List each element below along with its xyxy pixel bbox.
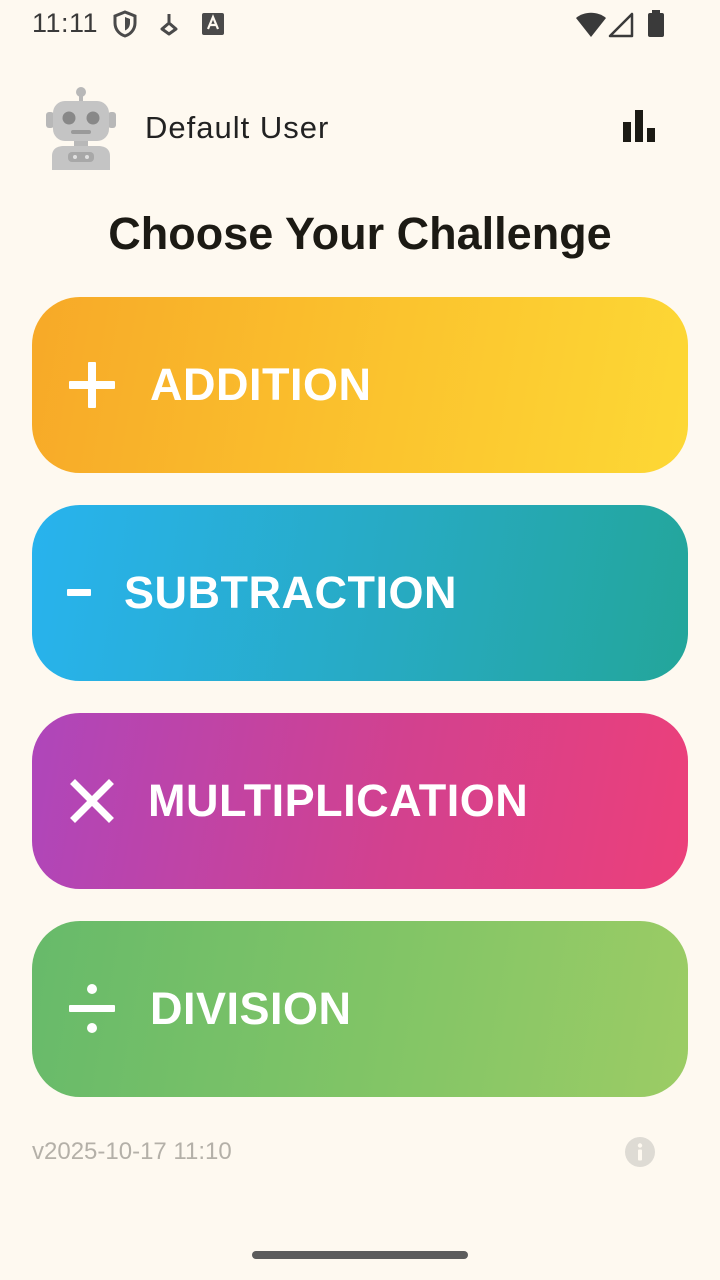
multiplication-button[interactable]: MULTIPLICATION	[32, 713, 688, 889]
multiply-icon	[64, 773, 120, 829]
bar-chart-icon	[623, 109, 657, 147]
download-icon	[159, 12, 179, 41]
division-label: DIVISION	[150, 983, 352, 1034]
division-button[interactable]: DIVISION	[32, 921, 688, 1097]
version-label: v2025-10-17 11:10	[32, 1138, 232, 1165]
plus-icon	[64, 357, 120, 413]
multiplication-label: MULTIPLICATION	[148, 775, 529, 826]
user-name: Default User	[145, 110, 330, 145]
status-time: 11:11	[32, 8, 99, 38]
addition-label: ADDITION	[150, 359, 372, 410]
divide-icon	[64, 981, 120, 1037]
page-title: Choose Your Challenge	[108, 208, 612, 259]
addition-button[interactable]: ADDITION	[32, 297, 688, 473]
home-indicator[interactable]	[252, 1251, 468, 1259]
stats-button[interactable]	[612, 100, 668, 156]
font-icon	[202, 13, 224, 40]
minus-icon	[64, 565, 94, 621]
info-icon	[624, 1137, 656, 1172]
status-bar: 11:11	[0, 0, 720, 48]
robot-icon	[44, 86, 118, 170]
battery-icon	[647, 10, 665, 43]
signal-icon	[608, 12, 634, 43]
wifi-icon	[575, 12, 607, 43]
shield-icon	[112, 10, 138, 43]
subtraction-label: SUBTRACTION	[124, 567, 457, 618]
subtraction-button[interactable]: SUBTRACTION	[32, 505, 688, 681]
info-button[interactable]	[624, 1136, 656, 1168]
